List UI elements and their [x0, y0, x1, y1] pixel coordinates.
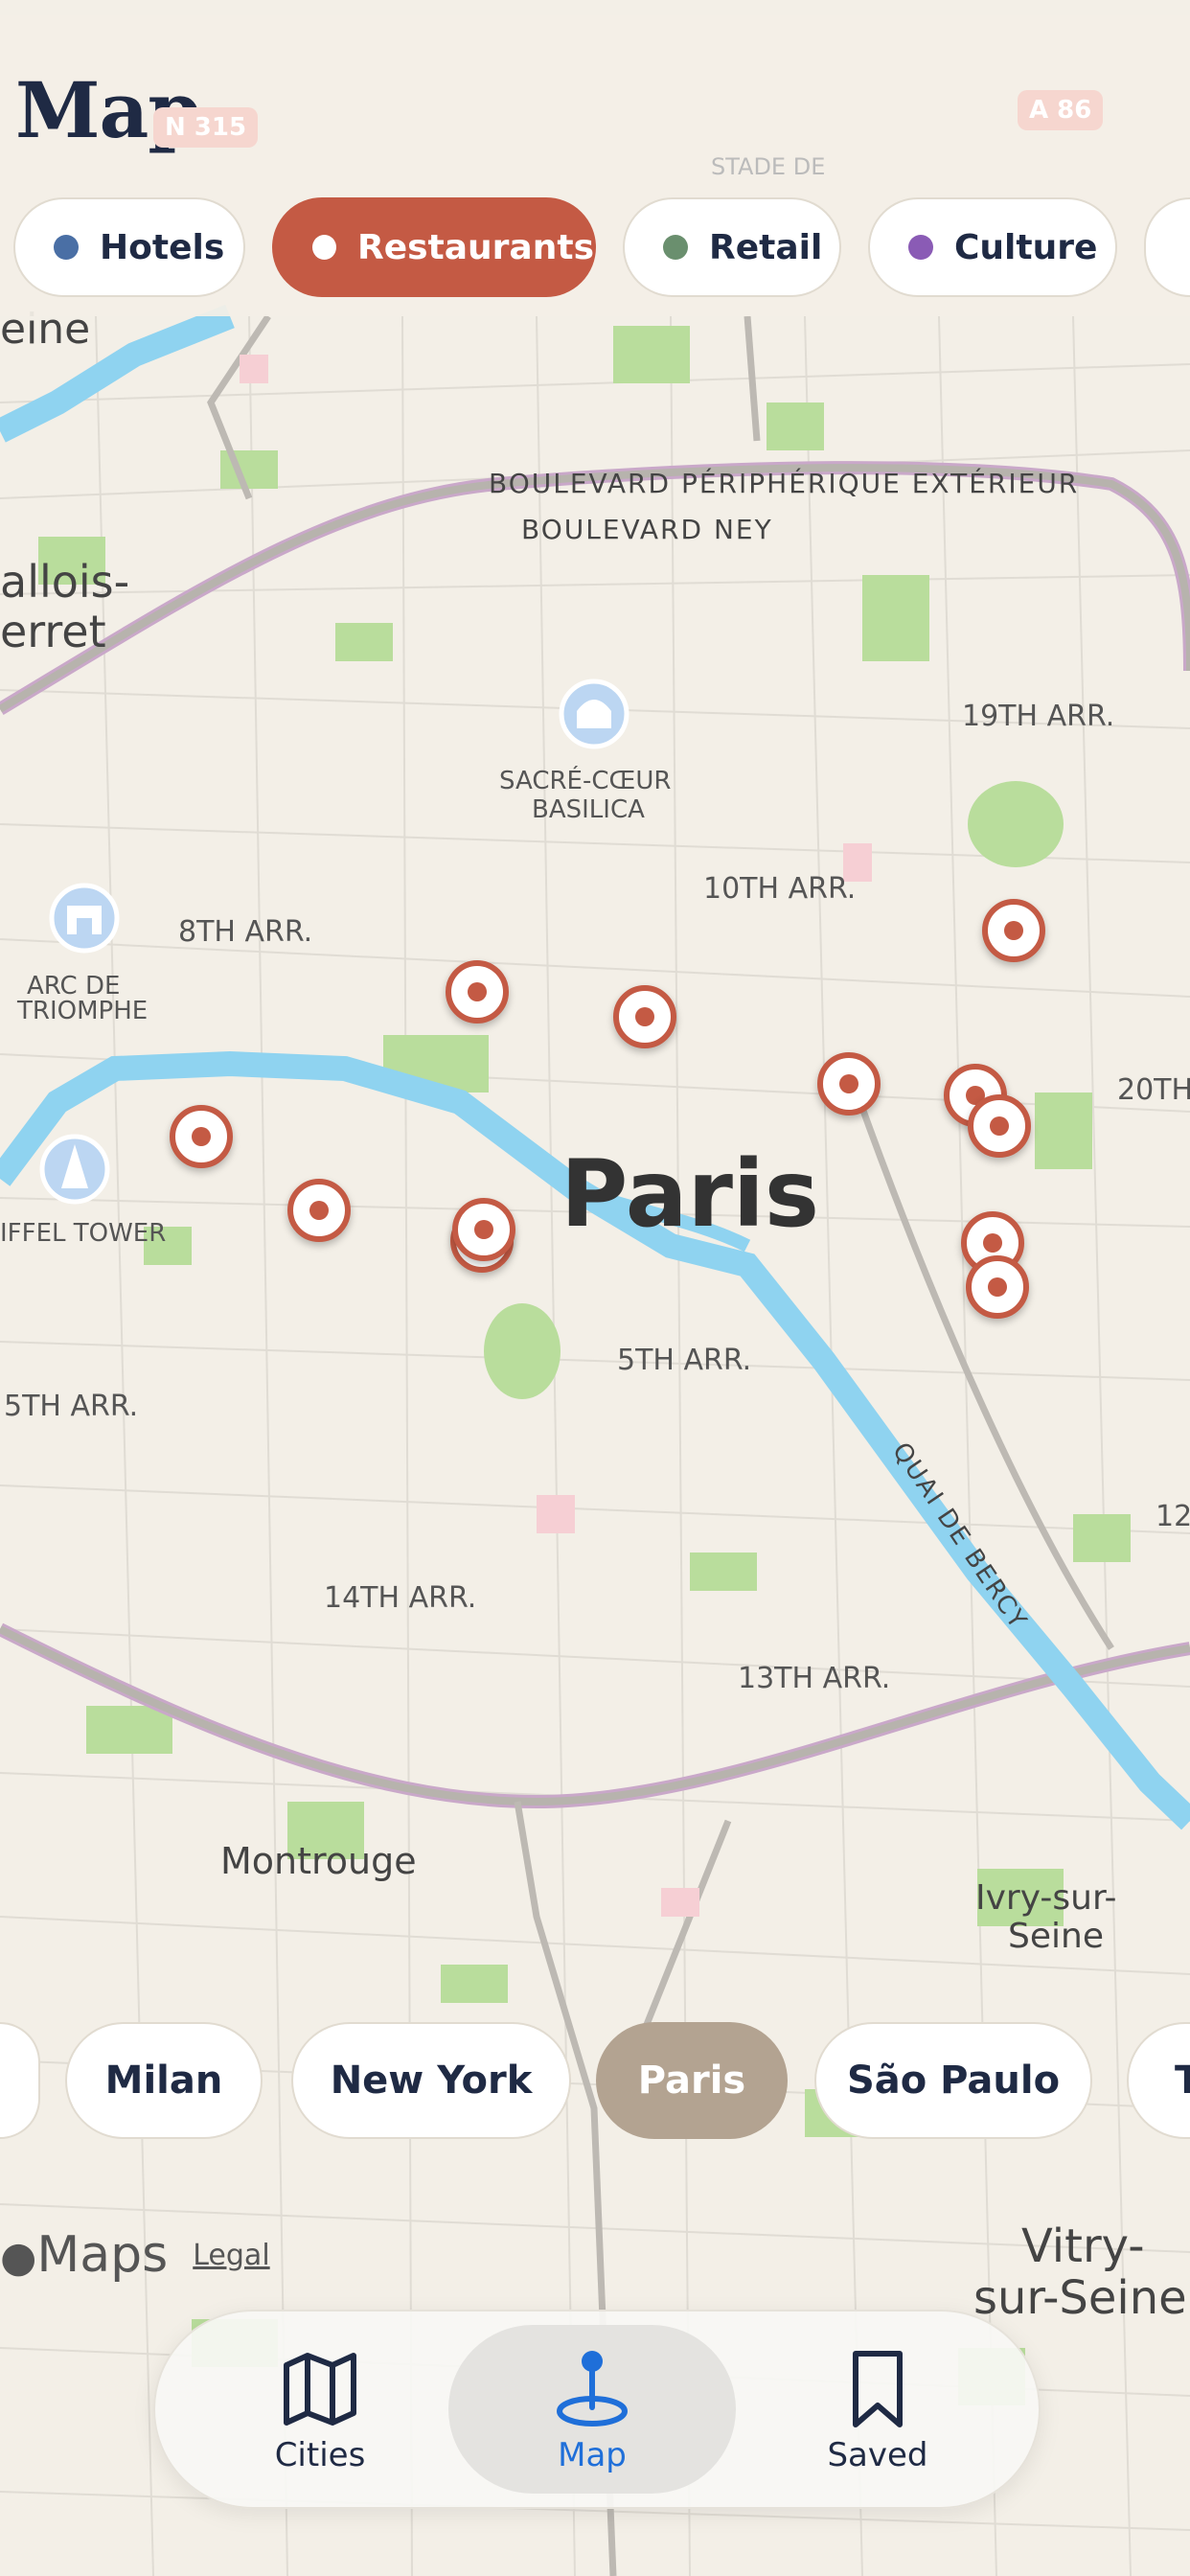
place-label: Montrouge	[220, 1840, 417, 1882]
filter-chip-hotels[interactable]: Hotels	[13, 197, 245, 297]
map-attribution: ●Maps Legal	[0, 2221, 270, 2288]
tab-cities[interactable]: Cities	[176, 2325, 464, 2494]
place-label: sur-Seine	[973, 2271, 1187, 2325]
district-label: 12	[1156, 1500, 1190, 1533]
landmark-label: TRIOMPHE	[17, 997, 149, 1025]
road-shield: A 86	[1018, 90, 1104, 130]
district-label: 19TH ARR.	[962, 700, 1115, 733]
filter-chip-label: Restaurants	[356, 227, 594, 267]
tab-label: Saved	[827, 2436, 928, 2474]
restaurant-pin[interactable]	[452, 1198, 515, 1261]
legal-link[interactable]: Legal	[193, 2239, 269, 2272]
tab-map[interactable]: Map	[448, 2325, 736, 2494]
city-chip[interactable]	[0, 2022, 40, 2139]
location-pin-icon	[557, 2351, 628, 2426]
filter-chip-label: Retail	[709, 227, 823, 267]
filter-chip-culture[interactable]: Culture	[868, 197, 1117, 297]
district-label: 20TH	[1117, 1073, 1190, 1107]
bookmark-icon	[853, 2351, 903, 2427]
maps-logo: ●Maps	[0, 2226, 169, 2284]
district-label: 8TH ARR.	[178, 915, 313, 949]
district-label: 10TH ARR.	[703, 872, 857, 906]
city-chip-label: New York	[330, 2058, 533, 2103]
landmark-label: SACRÉ-CŒUR	[499, 767, 672, 795]
filter-chip-label: Culture	[954, 227, 1098, 267]
city-chip-label: Paris	[637, 2058, 746, 2103]
tab-label: Cities	[274, 2436, 366, 2474]
city-chip-paris[interactable]: Paris	[596, 2022, 788, 2139]
place-label: Ivry-sur-	[975, 1878, 1117, 1918]
city-selector: Milan New York Paris São Paulo T	[0, 2022, 1190, 2141]
district-label: 13TH ARR.	[738, 1662, 891, 1695]
city-chip-new-york[interactable]: New York	[291, 2022, 571, 2139]
landmark-label: BASILICA	[532, 795, 645, 824]
restaurant-pin[interactable]	[817, 1052, 881, 1116]
restaurant-pin[interactable]	[446, 960, 509, 1024]
place-label: erret	[0, 606, 106, 657]
district-label: 14TH ARR.	[324, 1581, 477, 1615]
header: Map Hotels Restaurants Retail Culture	[0, 15, 1190, 316]
hotels-dot-icon	[54, 235, 79, 260]
city-chip-label: Milan	[104, 2058, 223, 2103]
place-label: Vitry-	[1021, 2220, 1145, 2273]
place-label: Seine	[1008, 1917, 1104, 1956]
restaurant-pin[interactable]	[613, 985, 676, 1048]
road-label: BOULEVARD NEY	[521, 514, 773, 545]
tab-bar: Cities Map Saved	[153, 2310, 1041, 2509]
landmark-label: IFFEL TOWER	[0, 1219, 167, 1248]
restaurant-pin[interactable]	[968, 1094, 1031, 1158]
filter-chip-restaurants[interactable]: Restaurants	[272, 197, 596, 297]
city-chip-label: T	[1175, 2058, 1190, 2103]
filter-chip-label: Hotels	[100, 227, 225, 267]
restaurant-pin[interactable]	[966, 1255, 1029, 1319]
restaurants-dot-icon	[312, 235, 336, 260]
place-label: STADE DE	[711, 153, 826, 180]
retail-dot-icon	[663, 235, 688, 260]
district-label: 5TH ARR.	[4, 1390, 139, 1423]
city-chip-next[interactable]: T	[1127, 2022, 1190, 2139]
tab-saved[interactable]: Saved	[734, 2325, 1021, 2494]
apple-logo-icon: ●	[0, 2233, 37, 2282]
city-chip-label: São Paulo	[846, 2058, 1061, 2103]
road-label: BOULEVARD PÉRIPHÉRIQUE EXTÉRIEUR	[489, 468, 1080, 499]
city-label: Paris	[561, 1140, 819, 1248]
district-label: 5TH ARR.	[617, 1344, 752, 1377]
road-shield: N 315	[153, 107, 259, 148]
filter-chip-more[interactable]	[1144, 197, 1190, 297]
restaurant-pin[interactable]	[170, 1105, 233, 1168]
restaurant-pin[interactable]	[982, 899, 1045, 962]
restaurant-pin[interactable]	[287, 1179, 351, 1242]
filter-chip-retail[interactable]: Retail	[623, 197, 841, 297]
city-chip-sao-paulo[interactable]: São Paulo	[814, 2022, 1092, 2139]
category-filter-bar: Hotels Restaurants Retail Culture	[0, 197, 1190, 303]
city-chip-milan[interactable]: Milan	[65, 2022, 263, 2139]
tab-label: Map	[558, 2436, 627, 2474]
culture-dot-icon	[908, 235, 933, 260]
place-label: allois-	[0, 556, 130, 608]
map-icon	[284, 2353, 356, 2426]
